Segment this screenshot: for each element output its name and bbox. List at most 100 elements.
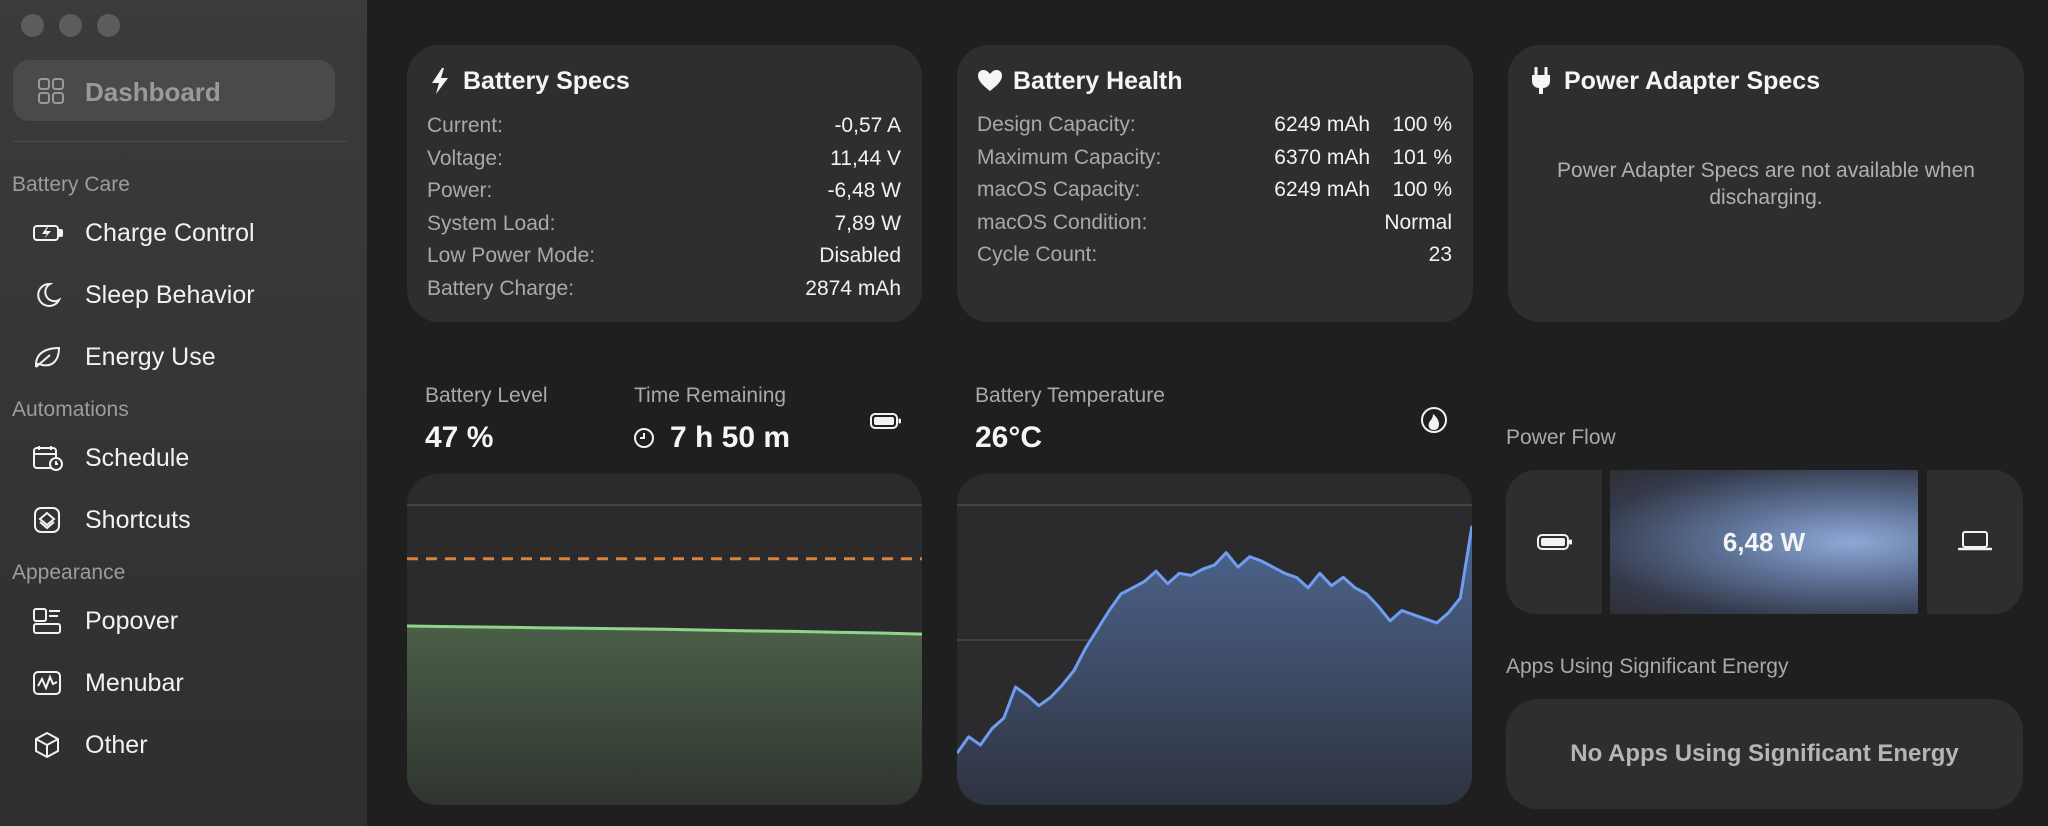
spec-row: Current: -0,57 A [427, 114, 901, 144]
section-appearance: Appearance [12, 561, 126, 584]
spec-label: Voltage: [427, 147, 503, 170]
battery-level-label: Battery Level [425, 384, 548, 407]
card-title: Battery Specs [463, 67, 630, 95]
moon-icon [37, 282, 62, 307]
sidebar-item-label: Energy Use [85, 343, 216, 371]
spec-row: Battery Charge: 2874 mAh [427, 277, 901, 307]
spec-label: macOS Condition: [977, 211, 1148, 234]
sidebar-item-label: Menubar [85, 669, 184, 697]
battery-level-value: 47 % [425, 421, 494, 454]
clock-icon [634, 428, 654, 448]
battery-bolt-icon [33, 225, 63, 241]
sidebar-item-popover[interactable]: Popover [30, 598, 350, 644]
sidebar-item-energy-use[interactable]: Energy Use [30, 334, 350, 380]
spec-value: Disabled [819, 244, 901, 267]
heart-icon [978, 70, 1002, 91]
battery-temperature-value: 26°C [975, 421, 1043, 454]
cube-icon [35, 731, 59, 759]
popover-icon [33, 608, 61, 634]
spec-value: Normal [1384, 211, 1452, 234]
section-automations: Automations [12, 398, 129, 421]
apps-energy-label: Apps Using Significant Energy [1506, 655, 1789, 678]
menubar-icon [33, 671, 61, 695]
minimize-window-button[interactable] [59, 14, 82, 37]
sidebar-item-sleep-behavior[interactable]: Sleep Behavior [30, 272, 350, 318]
spec-row: Low Power Mode: Disabled [427, 244, 901, 274]
flame-icon [1421, 407, 1447, 433]
spec-row: Maximum Capacity: 6370 mAh 101 % [977, 146, 1452, 176]
section-battery-care: Battery Care [12, 173, 130, 196]
series-area [407, 626, 922, 805]
sidebar-item-label: Dashboard [85, 77, 221, 107]
battery-temperature-chart [957, 474, 1472, 805]
battery-specs-card: Battery Specs Current: -0,57 A Voltage: 11… [407, 45, 922, 322]
battery-icon [1537, 534, 1572, 550]
spec-value: 6249 mAh [1274, 178, 1370, 201]
spec-label: Cycle Count: [977, 243, 1098, 266]
spec-row: Cycle Count: 23 [977, 243, 1452, 273]
laptop-icon [1958, 531, 1992, 551]
sidebar-item-label: Other [85, 731, 148, 759]
spec-value: 11,44 V [830, 147, 901, 170]
spec-value: 23 [1428, 243, 1452, 266]
power-flow-indicator: 6,48 W [1610, 470, 1918, 614]
spec-value: 2874 mAh [805, 277, 901, 300]
sidebar-item-label: Charge Control [85, 219, 255, 247]
spec-label: Battery Charge: [427, 277, 575, 300]
power-flow-source [1506, 470, 1602, 614]
spec-row: System Load: 7,89 W [427, 212, 901, 242]
time-remaining-label: Time Remaining [634, 384, 787, 407]
spec-label: Design Capacity: [977, 113, 1136, 136]
grid-icon [38, 78, 64, 104]
power-flow-value: 6,48 W [1722, 526, 1806, 557]
sidebar-item-label: Sleep Behavior [85, 281, 255, 309]
sidebar-item-other[interactable]: Other [30, 722, 350, 768]
no-apps-message: No Apps Using Significant Energy [1570, 740, 1959, 767]
sidebar-item-charge-control[interactable]: Charge Control [30, 210, 350, 256]
spec-label: Maximum Capacity: [977, 146, 1162, 169]
sidebar-item-label: Schedule [85, 444, 190, 472]
series-area [957, 525, 1472, 805]
spec-row: Voltage: 11,44 V [427, 147, 901, 177]
sidebar-item-shortcuts[interactable]: Shortcuts [30, 497, 350, 543]
sidebar-item-label: Popover [85, 607, 179, 635]
spec-value: -6,48 W [827, 179, 901, 202]
battery-temperature-label: Battery Temperature [975, 384, 1165, 407]
spec-label: macOS Capacity: [977, 178, 1141, 201]
zoom-window-button[interactable] [97, 14, 120, 37]
spec-value: 6370 mAh [1274, 146, 1370, 169]
battery-icon [870, 413, 901, 429]
time-remaining-value: 7 h 50 m [670, 421, 791, 454]
main-content: Battery Specs Current: -0,57 A Voltage: 11… [367, 0, 2048, 826]
spec-value: 6249 mAh [1274, 113, 1370, 136]
card-title: Battery Health [1013, 67, 1183, 95]
power-adapter-card: Power Adapter Specs Power Adapter Specs … [1508, 45, 2024, 322]
battery-health-card: Battery Health Design Capacity: 6249 mAh 1… [957, 45, 1473, 322]
shortcuts-icon [34, 507, 60, 533]
sidebar-item-schedule[interactable]: Schedule [30, 435, 350, 481]
sidebar-item-label: Shortcuts [85, 506, 191, 534]
window-controls [21, 14, 120, 37]
card-title: Power Adapter Specs [1564, 67, 1821, 95]
bolt-icon [432, 68, 448, 94]
plug-icon [1532, 67, 1550, 94]
sidebar: Dashboard Battery Care Charge Control Sl… [0, 0, 367, 826]
sidebar-item-menubar[interactable]: Menubar [30, 660, 350, 706]
spec-row: macOS Capacity: 6249 mAh 100 % [977, 178, 1452, 208]
battery-temperature-chart-svg [957, 504, 1472, 805]
unavailable-message: Power Adapter Specs are not available wh… [1557, 159, 1975, 209]
spec-row: Design Capacity: 6249 mAh 100 % [977, 113, 1452, 143]
spec-percent: 101 % [1392, 146, 1452, 169]
sidebar-divider [13, 141, 347, 142]
sidebar-item-dashboard[interactable]: Dashboard [13, 60, 335, 121]
spec-label: Power: [427, 179, 493, 202]
power-flow-label: Power Flow [1506, 426, 1616, 449]
leaf-icon [34, 346, 61, 368]
calendar-clock-icon [33, 446, 63, 471]
spec-value: -0,57 A [834, 114, 901, 137]
spec-value: 7,89 W [834, 212, 901, 235]
spec-label: Current: [427, 114, 503, 137]
close-window-button[interactable] [21, 14, 44, 37]
spec-row: macOS Condition: Normal [977, 211, 1452, 241]
power-flow-destination [1927, 470, 2023, 614]
